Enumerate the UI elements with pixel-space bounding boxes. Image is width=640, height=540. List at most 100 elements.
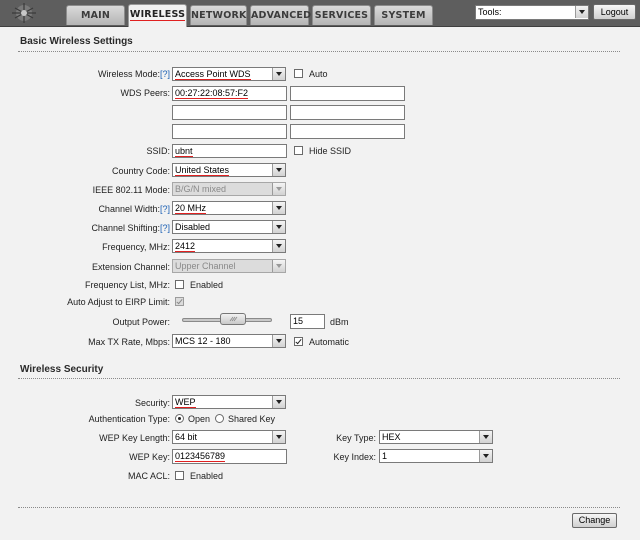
ieee-mode-label: IEEE 802.11 Mode: — [92, 185, 170, 195]
wep-key-length-label: WEP Key Length: — [99, 433, 170, 443]
output-power-input[interactable]: 15 — [290, 314, 325, 329]
divider — [18, 51, 620, 52]
wireless-mode-help-link[interactable]: [?] — [160, 69, 170, 79]
security-label: Security: — [134, 398, 170, 408]
channel-width-help-link[interactable]: [?] — [160, 204, 170, 214]
automatic-label: Automatic — [309, 337, 350, 347]
wds-peer-2-input[interactable] — [290, 86, 405, 101]
max-tx-rate-label: Max TX Rate, Mbps: — [88, 337, 170, 347]
country-code-value: United States — [175, 165, 230, 176]
auto-checkbox[interactable] — [294, 69, 303, 78]
output-power-slider-handle[interactable] — [220, 313, 247, 325]
auth-shared-key-label: Shared Key — [228, 414, 276, 424]
chevron-down-icon — [272, 68, 285, 80]
chevron-down-icon — [272, 260, 285, 272]
frequency-list-label: Frequency List, MHz: — [84, 280, 170, 290]
chevron-down-icon — [479, 450, 492, 462]
chevron-down-icon — [272, 335, 285, 347]
extension-channel-label: Extension Channel: — [91, 262, 170, 272]
wireless-mode-label: Wireless Mode:[?] — [97, 69, 170, 79]
wep-key-length-select[interactable]: 64 bit — [172, 430, 286, 444]
divider — [18, 507, 620, 508]
chevron-down-icon — [272, 202, 285, 214]
chevron-down-icon — [272, 183, 285, 195]
wep-key-length-value: 64 bit — [175, 432, 198, 442]
wds-peer-1-input[interactable]: 00:27:22:08:57:F2 — [172, 86, 287, 101]
frequency-label: Frequency, MHz: — [102, 242, 170, 252]
chevron-down-icon — [272, 240, 285, 252]
section-title-wireless-security: Wireless Security — [20, 364, 104, 375]
tab-system[interactable]: SYSTEM — [374, 5, 433, 25]
wep-key-input[interactable]: 0123456789 — [172, 449, 287, 464]
chevron-down-icon — [272, 164, 285, 176]
wireless-mode-value: Access Point WDS — [175, 69, 251, 80]
ssid-input[interactable]: ubnt — [172, 144, 287, 158]
tab-network-label: NETWORK — [191, 10, 247, 21]
output-power-unit: dBm — [330, 317, 349, 327]
hide-ssid-checkbox[interactable] — [294, 146, 303, 155]
tools-select[interactable]: Tools: — [475, 5, 589, 20]
chevron-down-icon — [479, 431, 492, 443]
auth-shared-key-radio[interactable] — [215, 414, 224, 423]
change-button[interactable]: Change — [572, 513, 617, 528]
extension-channel-value: Upper Channel — [175, 261, 236, 271]
auth-open-radio[interactable] — [175, 414, 184, 423]
key-index-value: 1 — [382, 451, 388, 461]
tab-main[interactable]: MAIN — [66, 5, 125, 25]
wds-peer-6-input[interactable] — [290, 124, 405, 139]
auto-eirp-label: Auto Adjust to EIRP Limit: — [67, 297, 170, 307]
ssid-label: SSID: — [146, 146, 170, 156]
logout-label: Logout — [600, 7, 629, 17]
ieee-mode-value: B/G/N mixed — [175, 184, 227, 194]
tab-advanced[interactable]: ADVANCED — [250, 5, 312, 25]
grip-icon — [230, 316, 238, 322]
section-title-basic-wireless: Basic Wireless Settings — [20, 36, 133, 47]
extension-channel-select: Upper Channel — [172, 259, 286, 273]
tab-services-label: SERVICES — [314, 10, 369, 21]
chevron-down-icon — [575, 6, 588, 18]
wds-peer-3-input[interactable] — [172, 105, 287, 120]
tab-wireless[interactable]: WIRELESS — [128, 4, 187, 27]
frequency-list-checkbox[interactable] — [175, 280, 184, 289]
key-index-select[interactable]: 1 — [379, 449, 493, 463]
security-value: WEP — [175, 397, 196, 408]
channel-width-select[interactable]: 20 MHz — [172, 201, 286, 215]
mac-acl-label: MAC ACL: — [127, 471, 170, 481]
key-type-select[interactable]: HEX — [379, 430, 493, 444]
frequency-select[interactable]: 2412 — [172, 239, 286, 253]
tab-main-label: MAIN — [80, 10, 111, 21]
tab-advanced-label: ADVANCED — [251, 10, 312, 21]
wep-key-label: WEP Key: — [129, 452, 170, 462]
auth-open-label: Open — [188, 414, 211, 424]
max-tx-rate-select[interactable]: MCS 12 - 180 — [172, 334, 286, 348]
ubiquiti-logo-icon — [12, 3, 36, 23]
chevron-down-icon — [272, 221, 285, 233]
max-tx-rate-value: MCS 12 - 180 — [175, 336, 231, 346]
tab-wireless-label: WIRELESS — [129, 9, 186, 21]
auth-type-label: Authentication Type: — [88, 414, 170, 424]
wds-peer-4-input[interactable] — [290, 105, 405, 120]
output-power-label: Output Power: — [112, 317, 170, 327]
logout-button[interactable]: Logout — [593, 4, 636, 20]
country-code-label: Country Code: — [111, 166, 170, 176]
channel-shifting-value: Disabled — [175, 222, 211, 232]
tab-network[interactable]: NETWORK — [190, 5, 247, 25]
automatic-checkbox[interactable] — [294, 337, 303, 346]
key-type-label: Key Type: — [336, 433, 376, 443]
security-select[interactable]: WEP — [172, 395, 286, 409]
change-button-label: Change — [578, 515, 611, 525]
wireless-mode-select[interactable]: Access Point WDS — [172, 67, 286, 81]
key-index-label: Key Index: — [333, 452, 376, 462]
tab-system-label: SYSTEM — [381, 10, 426, 21]
wds-peer-5-input[interactable] — [172, 124, 287, 139]
divider — [18, 378, 620, 379]
tab-services[interactable]: SERVICES — [312, 5, 371, 25]
channel-shifting-select[interactable]: Disabled — [172, 220, 286, 234]
country-code-select[interactable]: United States — [172, 163, 286, 177]
channel-shifting-label: Channel Shifting:[?] — [91, 223, 170, 233]
hide-ssid-label: Hide SSID — [309, 146, 352, 156]
frequency-list-enabled-label: Enabled — [190, 280, 224, 290]
ieee-mode-select: B/G/N mixed — [172, 182, 286, 196]
channel-shifting-help-link[interactable]: [?] — [160, 223, 170, 233]
mac-acl-checkbox[interactable] — [175, 471, 184, 480]
